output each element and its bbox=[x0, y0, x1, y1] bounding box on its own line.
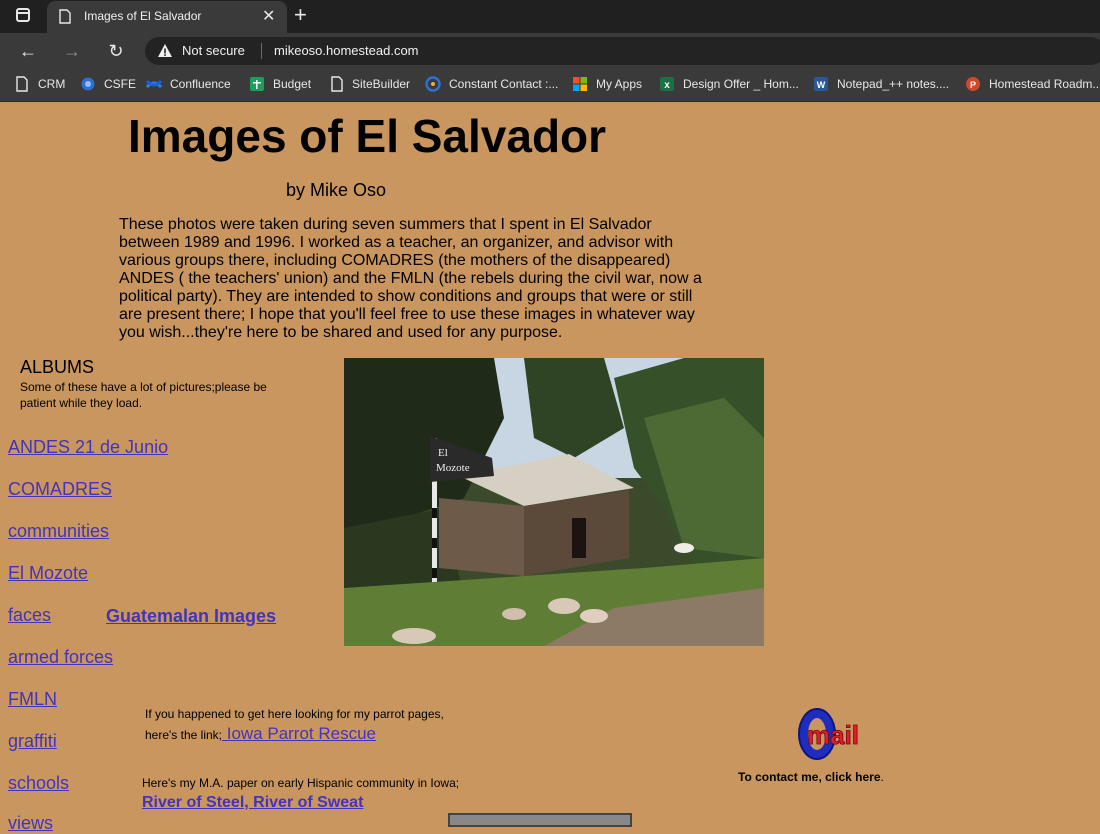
security-label[interactable]: Not secure bbox=[182, 43, 245, 58]
confluence-icon bbox=[146, 79, 162, 89]
bookmark-confluence[interactable]: Confluence bbox=[170, 77, 231, 91]
word-icon: W bbox=[814, 77, 828, 91]
forward-icon[interactable]: → bbox=[59, 39, 85, 63]
active-tab[interactable]: Images of El Salvador ✕ bbox=[47, 1, 287, 33]
album-link-faces[interactable]: faces bbox=[8, 605, 51, 626]
tab-actions-icon[interactable] bbox=[16, 8, 30, 22]
sign-text-1: El bbox=[438, 447, 448, 459]
microsoft-icon bbox=[573, 77, 587, 91]
address-bar[interactable]: Not secure mikeoso.homestead.com bbox=[145, 37, 1100, 65]
close-tab-icon[interactable]: ✕ bbox=[262, 6, 275, 26]
constant-contact-icon bbox=[425, 76, 441, 92]
toolbar: ← → ↻ Not secure mikeoso.homestead.com bbox=[0, 33, 1100, 69]
album-link-communities[interactable]: communities bbox=[8, 521, 109, 542]
new-tab-icon[interactable]: + bbox=[294, 2, 307, 28]
omnibox-divider bbox=[261, 43, 262, 59]
bookmark-crm[interactable]: CRM bbox=[38, 77, 65, 91]
paper-text: Here's my M.A. paper on early Hispanic c… bbox=[142, 776, 460, 790]
bookmark-sitebuilder[interactable]: SiteBuilder bbox=[352, 77, 410, 91]
intro-paragraph: These photos were taken during seven sum… bbox=[119, 216, 702, 341]
bookmark-csfe[interactable]: CSFE bbox=[104, 77, 136, 91]
albums-note: Some of these have a lot of pictures;ple… bbox=[20, 380, 267, 410]
paper-note: Here's my M.A. paper on early Hispanic c… bbox=[142, 774, 472, 813]
guatemalan-images-link[interactable]: Guatemalan Images bbox=[106, 606, 276, 627]
bookmark-budget[interactable]: Budget bbox=[273, 77, 311, 91]
album-link-andes[interactable]: ANDES 21 de Junio bbox=[8, 437, 168, 458]
tab-bar: Images of El Salvador ✕ + bbox=[0, 0, 1100, 33]
parrot-note: If you happened to get here looking for … bbox=[145, 704, 445, 745]
tab-title: Images of El Salvador bbox=[84, 9, 202, 23]
hit-counter bbox=[448, 813, 632, 827]
iowa-parrot-rescue-link[interactable]: Iowa Parrot Rescue bbox=[222, 724, 376, 743]
page-icon bbox=[16, 76, 28, 92]
contact-link[interactable]: To contact me, click here bbox=[738, 770, 881, 784]
sheets-icon bbox=[250, 77, 264, 91]
excel-icon: x bbox=[660, 77, 674, 91]
mail-logo-icon[interactable]: mail bbox=[795, 704, 865, 762]
warning-icon bbox=[158, 44, 172, 57]
album-link-schools[interactable]: schools bbox=[8, 773, 69, 794]
album-link-graffiti[interactable]: graffiti bbox=[8, 731, 57, 752]
page-title: Images of El Salvador bbox=[128, 110, 607, 162]
contact-suffix: . bbox=[880, 770, 884, 784]
bookmark-homestead-roadmap[interactable]: Homestead Roadm... bbox=[989, 77, 1100, 91]
bookmark-design-offer[interactable]: Design Offer _ Hom... bbox=[683, 77, 799, 91]
el-mozote-photo[interactable]: El Mozote bbox=[344, 358, 764, 646]
powerpoint-icon: P bbox=[966, 77, 980, 91]
web-page: Images of El Salvador by Mike Oso These … bbox=[0, 102, 1100, 833]
bookmark-notepad-notes[interactable]: Notepad_++ notes.... bbox=[837, 77, 949, 91]
river-of-steel-link[interactable]: River of Steel, River of Sweat bbox=[142, 794, 363, 811]
svg-text:x: x bbox=[664, 80, 670, 91]
url-text[interactable]: mikeoso.homestead.com bbox=[274, 43, 419, 58]
album-link-el-mozote[interactable]: El Mozote bbox=[8, 563, 88, 584]
albums-heading: ALBUMS bbox=[20, 357, 95, 377]
page-icon bbox=[59, 9, 71, 24]
album-link-comadres[interactable]: COMADRES bbox=[8, 479, 112, 500]
bookmark-constant-contact[interactable]: Constant Contact :... bbox=[449, 77, 558, 91]
mail-logo-text: mail bbox=[807, 720, 859, 750]
reload-icon[interactable]: ↻ bbox=[103, 39, 129, 63]
svg-text:P: P bbox=[970, 80, 976, 90]
sign-text-2: Mozote bbox=[436, 462, 470, 474]
album-link-fmln[interactable]: FMLN bbox=[8, 689, 57, 710]
album-link-views[interactable]: views bbox=[8, 813, 53, 834]
page-icon bbox=[331, 76, 343, 92]
back-icon[interactable]: ← bbox=[15, 39, 41, 63]
contact-line: To contact me, click here. bbox=[738, 770, 884, 784]
svg-text:W: W bbox=[817, 80, 826, 90]
bookmarks-bar: CRM CSFE Confluence Budget SiteBuilder C… bbox=[0, 69, 1100, 102]
globe-icon bbox=[81, 77, 95, 91]
album-link-armed-forces[interactable]: armed forces bbox=[8, 647, 113, 668]
byline: by Mike Oso bbox=[286, 180, 387, 200]
bookmark-my-apps[interactable]: My Apps bbox=[596, 77, 642, 91]
